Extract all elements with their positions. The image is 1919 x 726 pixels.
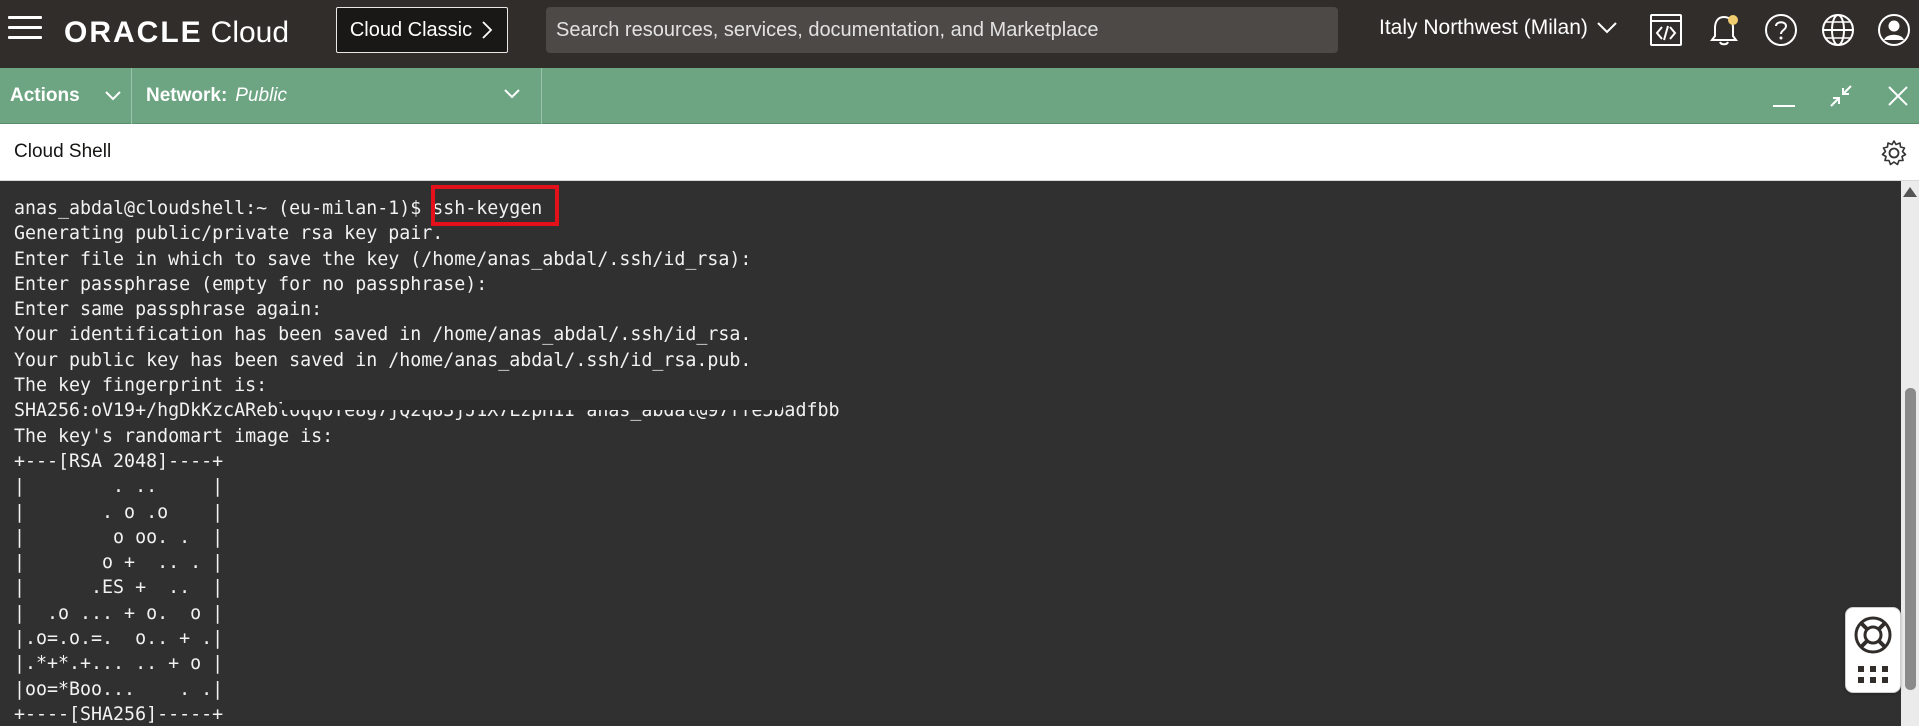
scroll-up-arrow[interactable]: [1903, 187, 1917, 197]
terminal-line: | . .. |: [14, 476, 224, 498]
language-globe-icon[interactable]: [1820, 12, 1856, 48]
actions-label: Actions: [10, 85, 80, 106]
terminal-line: | .o ... + o. o |: [14, 602, 224, 624]
network-selector[interactable]: Network: Public: [132, 68, 542, 124]
terminal-line: |.o=.o.=. o.. + .|: [14, 628, 224, 650]
terminal-line: Your identification has been saved in /h…: [14, 324, 752, 346]
code-editor-icon[interactable]: [1648, 12, 1684, 48]
logo-product: Cloud: [210, 16, 290, 49]
cloud-shell-titlebar: Cloud Shell: [0, 124, 1919, 181]
cloud-shell-actionbar: Actions Network: Public: [0, 68, 1919, 124]
menu-icon[interactable]: [8, 16, 42, 42]
terminal-line: +---[RSA 2048]----+: [14, 450, 224, 472]
chevron-right-icon: [482, 21, 493, 39]
terminal-area[interactable]: anas_abdal@cloudshell:~ (eu-milan-1)$ ss…: [0, 181, 1901, 726]
terminal-line: Enter same passphrase again:: [14, 299, 323, 321]
close-icon[interactable]: [1884, 82, 1912, 110]
logo-brand: ORACLE: [64, 16, 203, 49]
redaction-strike: [282, 400, 782, 410]
help-icon[interactable]: [1763, 12, 1799, 48]
terminal-line: Generating public/private rsa key pair.: [14, 223, 444, 245]
terminal-line: | .ES + .. |: [14, 577, 224, 599]
minimize-icon[interactable]: [1770, 82, 1798, 110]
terminal-line: Enter passphrase (empty for no passphras…: [14, 273, 488, 295]
chevron-down-icon: [1597, 22, 1617, 34]
terminal-line: | o oo. . |: [14, 526, 224, 548]
terminal-line: | o + .. . |: [14, 552, 224, 574]
cloud-classic-label: Cloud Classic: [349, 18, 473, 41]
terminal-line: |.*+*.+... .. + o |: [14, 653, 224, 675]
chevron-down-icon: [504, 89, 520, 99]
command-highlight-box: [431, 185, 559, 226]
chevron-down-icon: [104, 91, 121, 101]
search-input[interactable]: Search resources, services, documentatio…: [546, 7, 1338, 53]
terminal-line: The key fingerprint is:: [14, 375, 268, 397]
network-label: Network:: [146, 85, 228, 106]
terminal-output: anas_abdal@cloudshell:~ (eu-milan-1)$ ss…: [14, 196, 839, 726]
terminal-line: Enter file in which to save the key (/ho…: [14, 248, 752, 270]
lifebuoy-icon[interactable]: [1852, 614, 1894, 656]
gear-icon[interactable]: [1879, 138, 1909, 168]
terminal-line: |oo=*Boo... . .|: [14, 678, 224, 700]
terminal-line: Your public key has been saved in /home/…: [14, 349, 752, 371]
notification-bell-icon[interactable]: [1706, 12, 1742, 48]
search-placeholder: Search resources, services, documentatio…: [556, 18, 1099, 41]
profile-icon[interactable]: [1876, 12, 1912, 48]
scrollbar-thumb[interactable]: [1905, 388, 1916, 690]
actions-menu-button[interactable]: Actions: [0, 68, 132, 124]
cloud-classic-button[interactable]: Cloud Classic: [336, 7, 508, 53]
terminal-line: The key's randomart image is:: [14, 425, 334, 447]
region-selector[interactable]: Italy Northwest (Milan): [1379, 16, 1618, 40]
region-label: Italy Northwest (Milan): [1379, 16, 1588, 39]
terminal-line: +----[SHA256]-----+: [14, 703, 224, 725]
help-widget[interactable]: [1845, 607, 1901, 693]
top-header: ORACLE Cloud Cloud Classic Search resour…: [0, 0, 1919, 68]
apps-grid-icon[interactable]: [1856, 664, 1890, 686]
terminal-line: | . o .o |: [14, 501, 224, 523]
network-value: Public: [235, 85, 288, 106]
oracle-cloud-logo[interactable]: ORACLE Cloud: [64, 16, 289, 50]
restore-icon[interactable]: [1827, 82, 1855, 110]
terminal-prompt: anas_abdal@cloudshell:~ (eu-milan-1)$: [14, 198, 433, 219]
cloud-shell-title: Cloud Shell: [14, 141, 112, 162]
